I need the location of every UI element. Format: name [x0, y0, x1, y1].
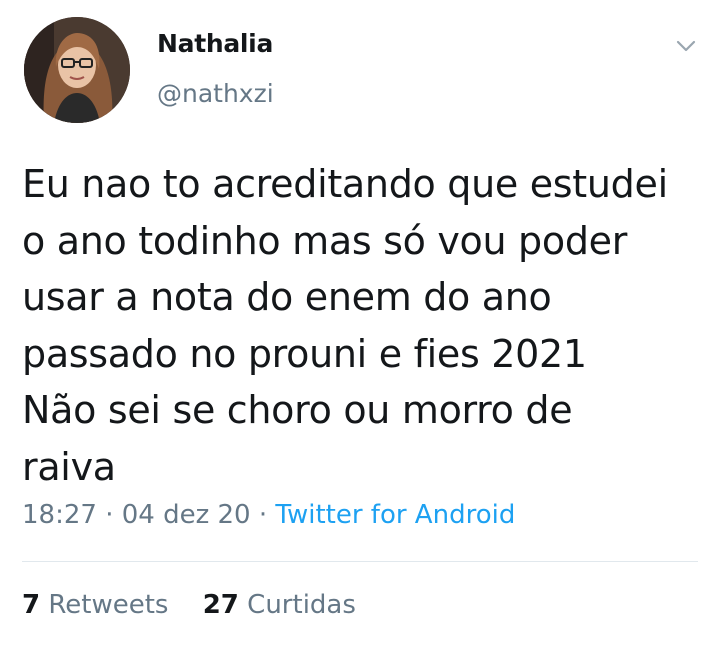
meta-separator: · [105, 500, 114, 530]
retweets-label: Retweets [48, 590, 169, 620]
avatar[interactable] [24, 17, 130, 123]
meta-separator: · [258, 500, 268, 530]
likes-label: Curtidas [247, 590, 356, 620]
tweet-text: Eu nao to acreditando que estudei o ano … [22, 162, 668, 489]
likes-count: 27 [202, 590, 239, 620]
divider [22, 561, 698, 562]
chevron-down-icon[interactable] [674, 34, 698, 58]
likes-stat[interactable]: 27 Curtidas [203, 590, 356, 620]
tweet-time: 18:27 [22, 500, 97, 530]
retweets-stat[interactable]: 7 Retweets [22, 590, 168, 620]
retweets-count: 7 [22, 590, 41, 620]
tweet-meta: 18:27 · 04 dez 20 · Twitter for Android [22, 500, 515, 530]
tweet-stats: 7 Retweets 27 Curtidas [22, 590, 356, 620]
tweet-source-link[interactable]: Twitter for Android [275, 500, 515, 530]
display-name[interactable]: Nathalia [157, 29, 273, 58]
handle[interactable]: @nathxzi [157, 79, 274, 108]
tweet-date[interactable]: 04 dez 20 [122, 500, 251, 530]
